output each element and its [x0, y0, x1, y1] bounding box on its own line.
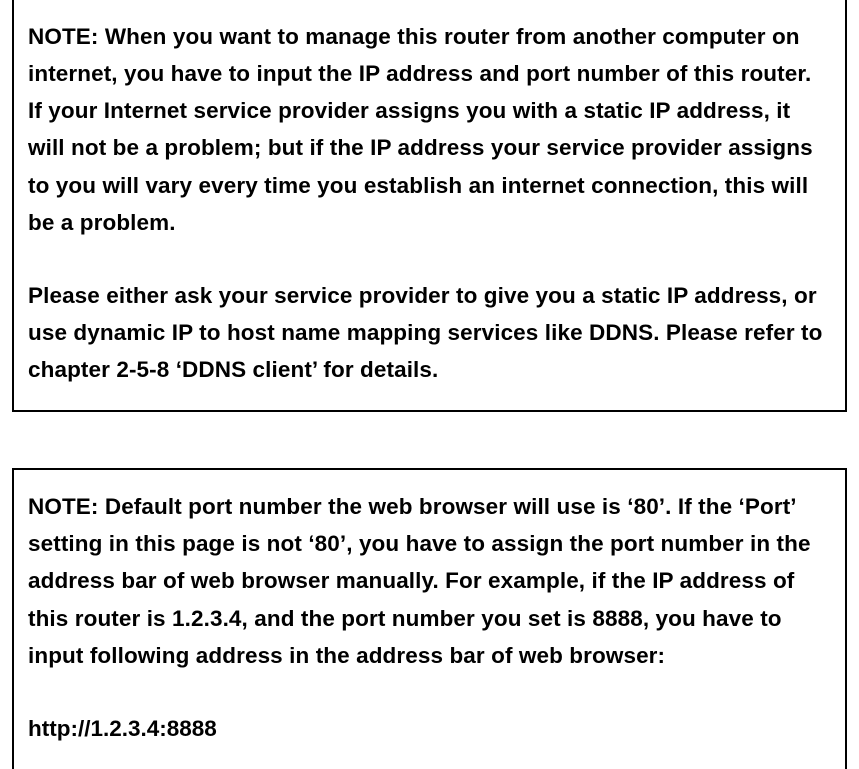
note-paragraph: NOTE: Default port number the web browse… — [28, 488, 831, 674]
example-url-text: http://1.2.3.4:8888 — [28, 710, 831, 747]
note-paragraph: Please either ask your service provider … — [28, 277, 831, 388]
note-paragraph: NOTE: When you want to manage this route… — [28, 18, 831, 241]
note-box-remote-management: NOTE: When you want to manage this route… — [12, 0, 847, 412]
note-box-port-number: NOTE: Default port number the web browse… — [12, 468, 847, 769]
